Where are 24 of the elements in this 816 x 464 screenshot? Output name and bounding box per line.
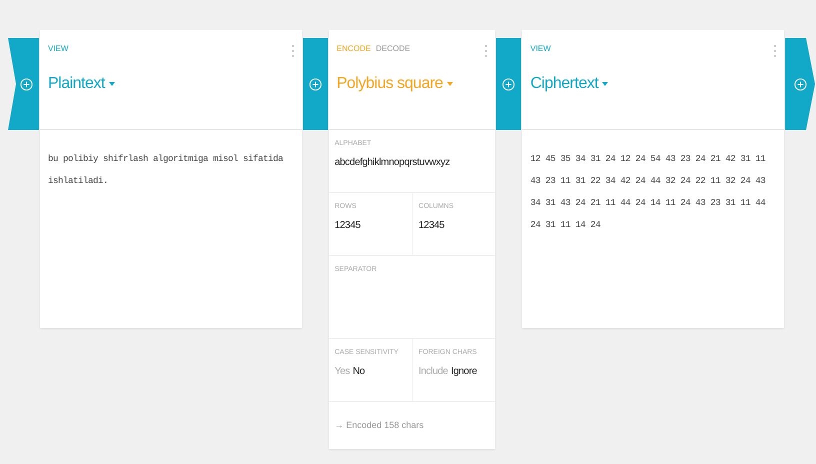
mode-tab[interactable]: DECODE xyxy=(376,44,410,53)
card-title[interactable]: Ciphertext xyxy=(530,75,608,93)
caret-icon xyxy=(602,82,608,86)
status-text: → Encoded 158 chars xyxy=(334,419,425,432)
add-connector[interactable] xyxy=(8,38,39,130)
caret-icon xyxy=(446,82,453,86)
card-title[interactable]: Polybius square xyxy=(336,75,453,93)
add-connector[interactable] xyxy=(302,38,328,130)
text-output: 12 45 35 34 31 24 12 24 54 43 23 24 21 42 31 11 43 23 11 31 22 34 42 24 44 32 24 22 11 32 24 43 34 31 43 24 21 11 44 24 14 11 24 43 23 31 11 44 24 31 11 14 24 xyxy=(530,153,766,232)
add-icon xyxy=(20,78,33,90)
text-output: bu polibiy shifrlash algoritmiga misol sifatida ishlatiladi. xyxy=(48,153,284,188)
card-title[interactable]: Plaintext xyxy=(48,75,115,93)
add-icon xyxy=(794,78,807,90)
add-connector[interactable] xyxy=(496,38,522,130)
add-icon xyxy=(502,78,516,90)
add-connector[interactable] xyxy=(785,38,816,130)
more-icon[interactable] xyxy=(773,44,778,58)
add-icon xyxy=(308,78,322,90)
caret-icon xyxy=(108,82,115,86)
mode-tab[interactable]: VIEW xyxy=(48,44,68,53)
mode-tab[interactable]: ENCODE xyxy=(336,44,371,53)
mode-tab[interactable]: VIEW xyxy=(530,44,551,53)
more-icon[interactable] xyxy=(290,44,295,58)
more-icon[interactable] xyxy=(484,44,488,58)
